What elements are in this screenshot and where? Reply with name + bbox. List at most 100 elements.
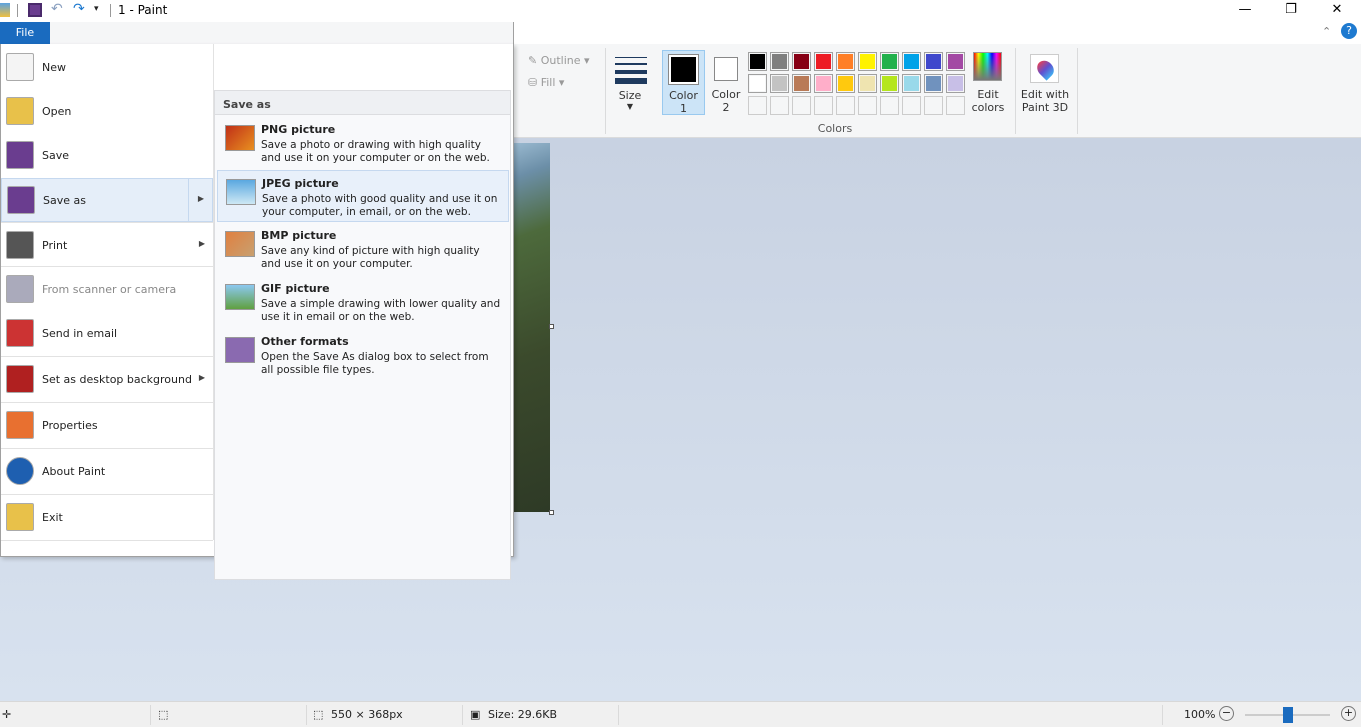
menu-item-from-scanner-or-camera[interactable]: From scanner or camera bbox=[1, 268, 213, 312]
menu-item-set-as-desktop-background[interactable]: Set as desktop background ▶ bbox=[1, 358, 213, 402]
divider bbox=[605, 48, 606, 134]
color-swatch[interactable] bbox=[858, 74, 877, 93]
color-swatch[interactable] bbox=[814, 74, 833, 93]
menu-item-label: Print bbox=[42, 239, 68, 252]
custom-color-slot[interactable] bbox=[814, 96, 833, 115]
save-as-other[interactable]: Other formats Open the Save As dialog box… bbox=[217, 329, 509, 381]
menu-item-send-in-email[interactable]: Send in email bbox=[1, 312, 213, 356]
paint-app-icon bbox=[0, 3, 10, 17]
file-tab[interactable]: File bbox=[0, 22, 50, 44]
custom-color-slot[interactable] bbox=[946, 96, 965, 115]
color1-number: 1 bbox=[680, 102, 687, 115]
menu-item-label: Exit bbox=[42, 511, 63, 524]
edit-colors-label: Edit bbox=[977, 88, 999, 101]
save-as-bmp[interactable]: BMP picture Save any kind of picture with… bbox=[217, 223, 509, 275]
zoom-slider-thumb[interactable] bbox=[1282, 707, 1293, 723]
color-swatch[interactable] bbox=[902, 52, 921, 71]
color-swatch[interactable] bbox=[792, 52, 811, 71]
color-swatch[interactable] bbox=[924, 52, 943, 71]
custom-color-slot[interactable] bbox=[748, 96, 767, 115]
menu-item-about-paint[interactable]: About Paint bbox=[1, 450, 213, 494]
divider bbox=[1077, 48, 1078, 134]
color-swatch[interactable] bbox=[836, 74, 855, 93]
color-swatch[interactable] bbox=[924, 74, 943, 93]
image-dimensions-icon: ⬚ bbox=[313, 708, 324, 721]
resize-handle[interactable] bbox=[549, 324, 554, 329]
color-swatch[interactable] bbox=[880, 74, 899, 93]
file-size-icon: ▣ bbox=[470, 708, 481, 721]
info-icon bbox=[6, 457, 34, 485]
zoom-out-button[interactable]: − bbox=[1219, 706, 1234, 721]
menu-item-label: Save bbox=[42, 149, 70, 162]
custom-color-slot[interactable] bbox=[902, 96, 921, 115]
menu-item-print[interactable]: Print ▶ bbox=[1, 224, 213, 268]
color-swatch[interactable] bbox=[836, 52, 855, 71]
file-size: Size: 29.6KB bbox=[488, 708, 558, 721]
minimize-button[interactable]: — bbox=[1222, 0, 1268, 22]
size-button[interactable]: Size ▼ bbox=[612, 50, 648, 115]
menu-item-open[interactable]: Open bbox=[1, 90, 213, 134]
quick-save-icon[interactable] bbox=[28, 3, 42, 17]
color-swatch[interactable] bbox=[770, 74, 789, 93]
fill-label: Fill bbox=[540, 76, 556, 89]
redo-icon[interactable]: ↷ bbox=[73, 1, 85, 17]
save-as-gif[interactable]: GIF picture Save a simple drawing with lo… bbox=[217, 276, 509, 328]
restore-button[interactable]: ❐ bbox=[1268, 0, 1314, 22]
status-bar: ✛ ⬚ ⬚ 550 × 368px ▣ Size: 29.6KB 100% − … bbox=[0, 701, 1361, 727]
resize-handle[interactable] bbox=[549, 510, 554, 515]
submenu-header: Save as bbox=[215, 91, 510, 115]
fill-button[interactable]: ⛁ Fill ▾ bbox=[528, 76, 564, 89]
menu-item-exit[interactable]: Exit bbox=[1, 496, 213, 540]
menu-item-label: About Paint bbox=[42, 465, 106, 478]
menu-item-properties[interactable]: Properties bbox=[1, 404, 213, 448]
colors-group-label: Colors bbox=[817, 122, 853, 135]
zoom-level: 100% bbox=[1184, 708, 1216, 721]
custom-color-slot[interactable] bbox=[836, 96, 855, 115]
format-description: Save a simple drawing with lower quality… bbox=[261, 298, 501, 323]
desktop-icon bbox=[6, 365, 34, 393]
color-swatch[interactable] bbox=[902, 74, 921, 93]
color2-button[interactable]: Color 2 bbox=[706, 50, 746, 115]
color-swatch[interactable] bbox=[858, 52, 877, 71]
save-as-submenu: Save as PNG picture Save a photo or drawi… bbox=[214, 90, 511, 580]
color-swatch[interactable] bbox=[770, 52, 789, 71]
checkmark-icon bbox=[6, 411, 34, 439]
size-label: Size bbox=[618, 89, 642, 102]
zoom-in-button[interactable]: + bbox=[1341, 706, 1356, 721]
custom-color-slot[interactable] bbox=[880, 96, 899, 115]
menu-item-save-as[interactable]: Save as ▶ bbox=[1, 178, 213, 222]
image-dimensions: 550 × 368px bbox=[331, 708, 403, 721]
collapse-ribbon-icon[interactable]: ⌃ bbox=[1322, 25, 1331, 38]
custom-color-slot[interactable] bbox=[770, 96, 789, 115]
save-as-png[interactable]: PNG picture Save a photo or drawing with … bbox=[217, 117, 509, 169]
color-swatch[interactable] bbox=[748, 52, 767, 71]
exit-icon bbox=[6, 503, 34, 531]
color-swatch[interactable] bbox=[946, 52, 965, 71]
menu-item-save[interactable]: Save bbox=[1, 134, 213, 178]
undo-icon[interactable]: ↶ bbox=[51, 1, 63, 17]
color-swatch[interactable] bbox=[880, 52, 899, 71]
menu-item-label: Send in email bbox=[42, 327, 118, 340]
close-button[interactable]: ✕ bbox=[1314, 0, 1360, 22]
customize-quick-access-icon[interactable]: ▾ bbox=[94, 4, 99, 14]
chevron-down-icon: ▼ bbox=[626, 102, 634, 111]
edit-colors-button[interactable]: Edit colors bbox=[970, 52, 1006, 116]
color2-label: Color bbox=[711, 88, 741, 101]
help-icon[interactable]: ? bbox=[1341, 23, 1357, 39]
menu-separator bbox=[1, 494, 213, 495]
custom-color-slot[interactable] bbox=[858, 96, 877, 115]
format-title: PNG picture bbox=[261, 123, 336, 136]
png-format-icon bbox=[225, 125, 255, 151]
color-swatch[interactable] bbox=[946, 74, 965, 93]
color-swatch[interactable] bbox=[814, 52, 833, 71]
edit-with-paint3d-button[interactable]: Edit with Paint 3D bbox=[1020, 52, 1070, 116]
menu-item-new[interactable]: New bbox=[1, 46, 213, 90]
color-swatch[interactable] bbox=[792, 74, 811, 93]
color1-button[interactable]: Color 1 bbox=[662, 50, 705, 115]
custom-color-slot[interactable] bbox=[924, 96, 943, 115]
outline-button[interactable]: ✎ Outline ▾ bbox=[528, 54, 590, 67]
color-swatch[interactable] bbox=[748, 74, 767, 93]
save-as-jpeg[interactable]: JPEG picture Save a photo with good quali… bbox=[217, 170, 509, 222]
menu-separator bbox=[1, 356, 213, 357]
custom-color-slot[interactable] bbox=[792, 96, 811, 115]
